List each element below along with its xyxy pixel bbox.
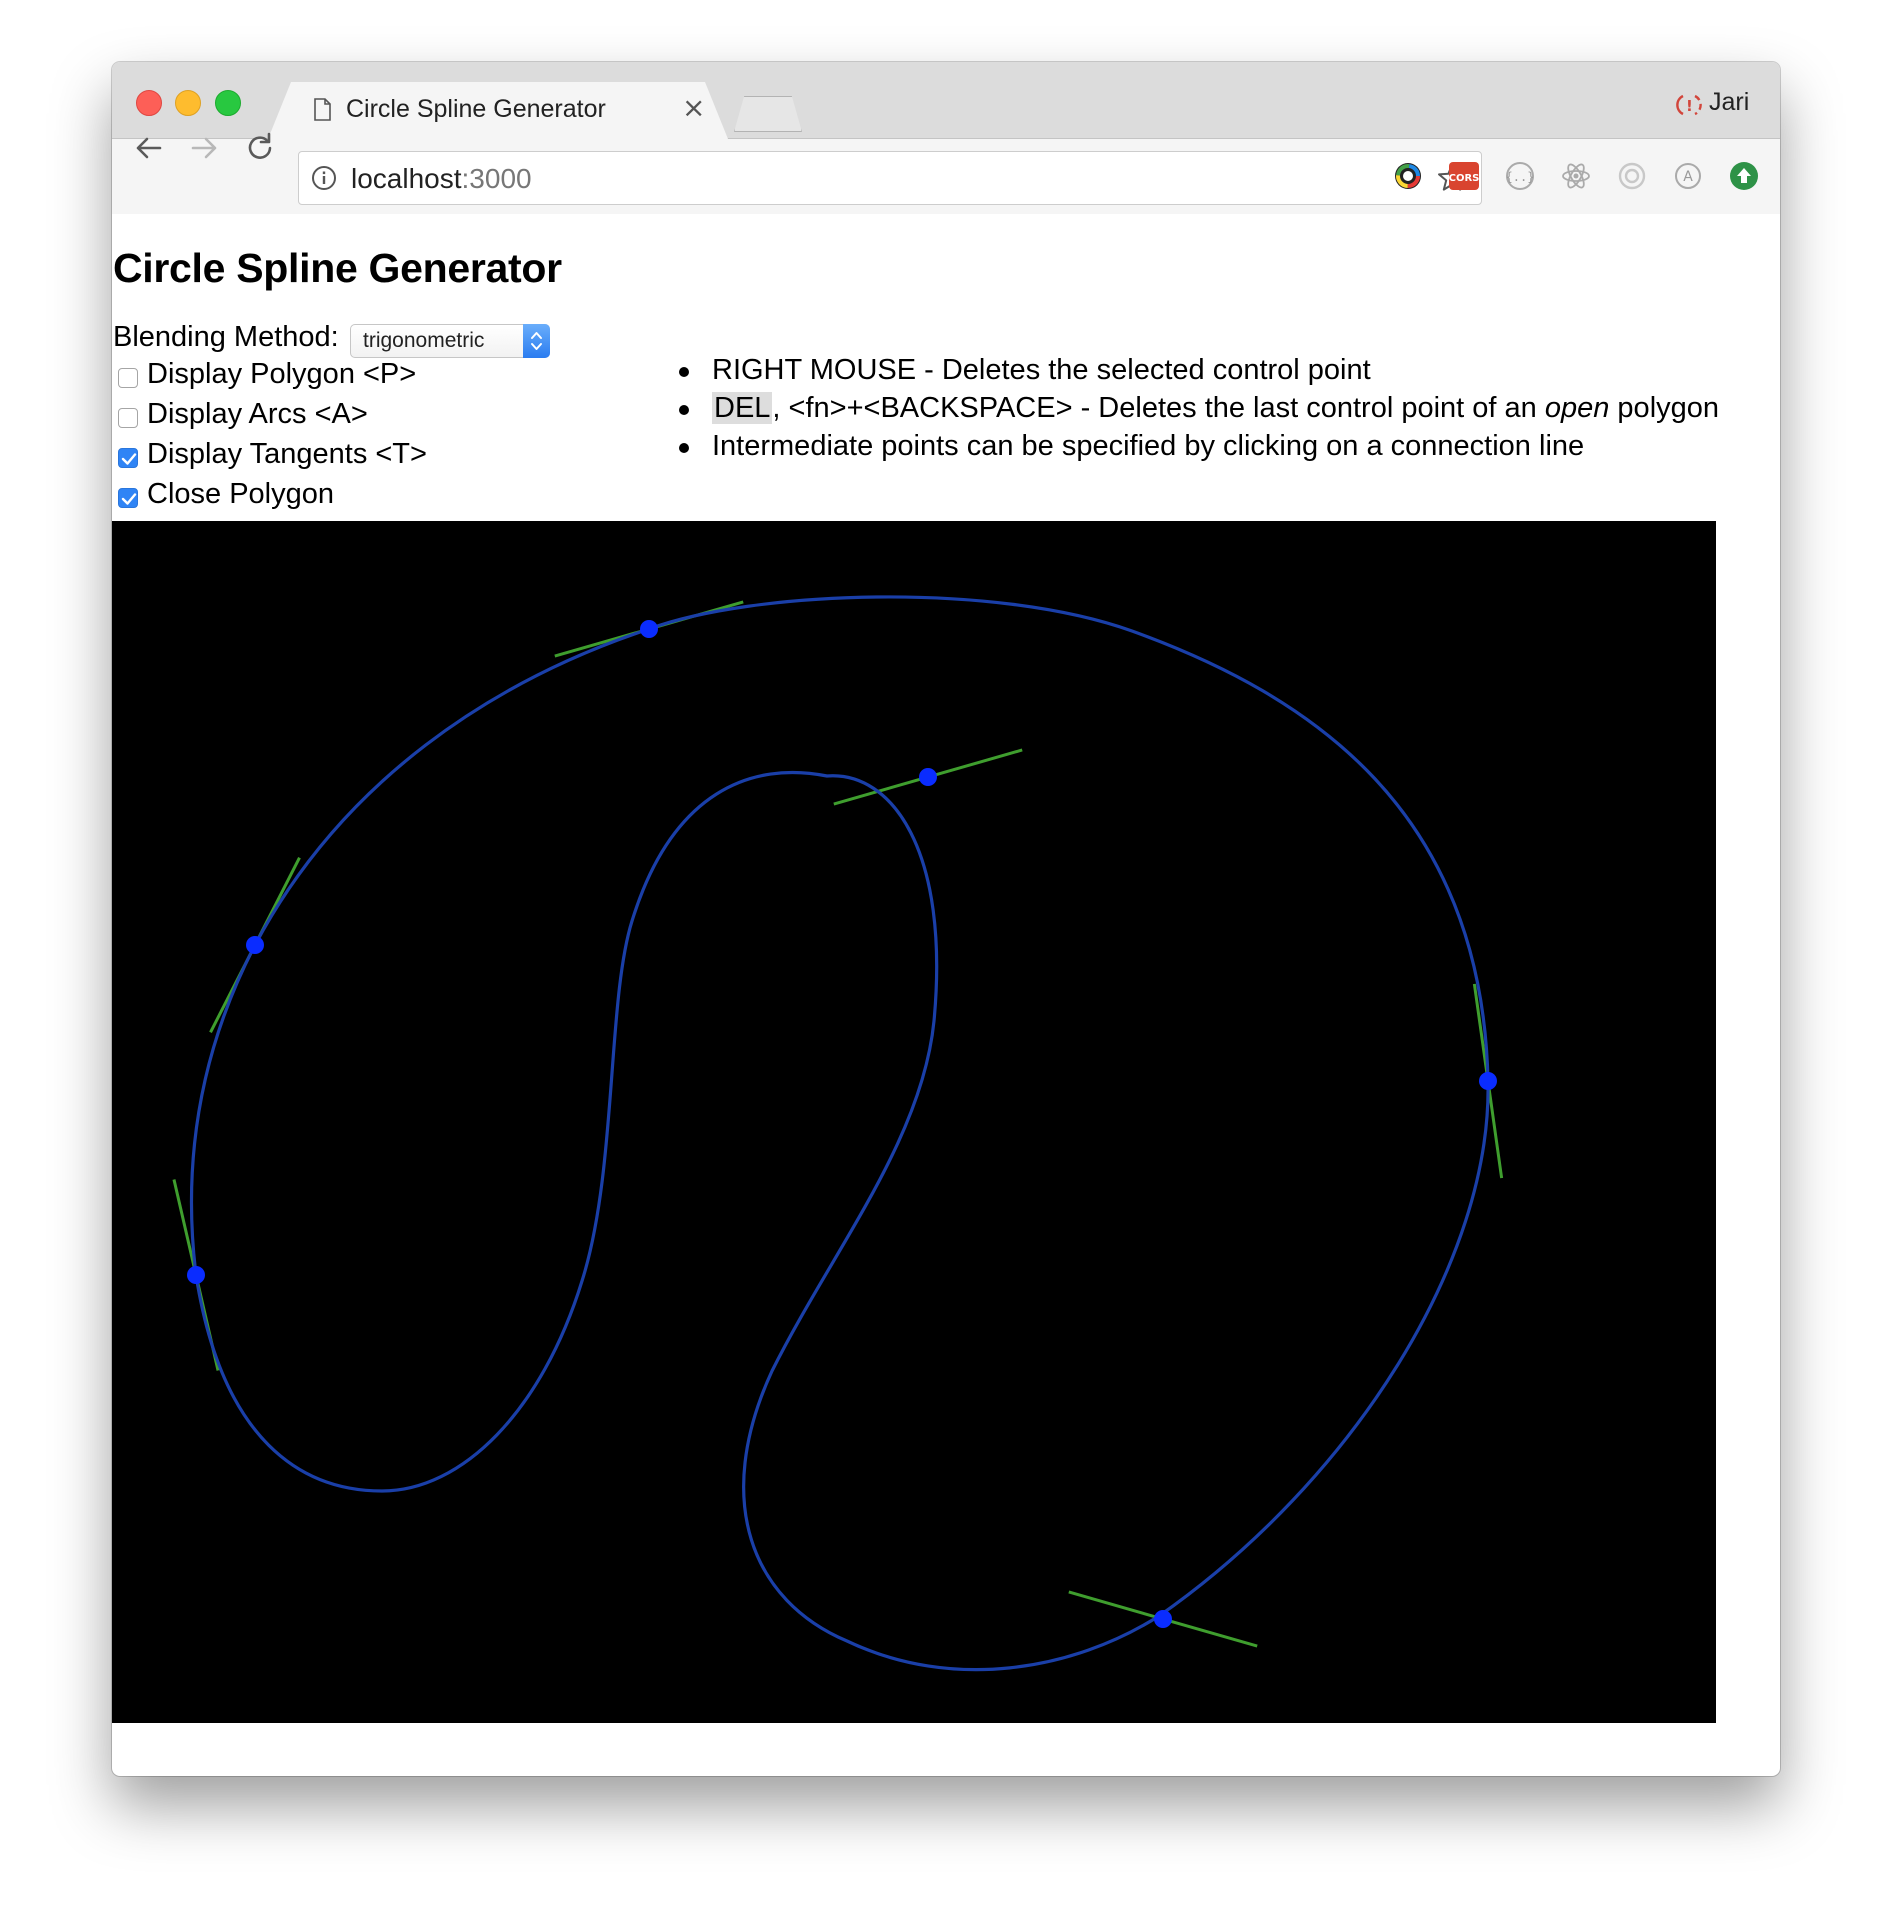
svg-text:CORS: CORS <box>1449 173 1480 184</box>
control-point[interactable] <box>1154 1610 1172 1628</box>
title-bar: Circle Spline Generator × ! Jari <box>112 62 1780 139</box>
close-window-button[interactable] <box>136 90 162 116</box>
svg-text:!: ! <box>1686 97 1693 115</box>
list-item: DEL, <fn>+<BACKSPACE> - Deletes the last… <box>679 392 1719 430</box>
checkmark-icon <box>121 493 137 505</box>
spline-canvas[interactable] <box>112 521 1716 1723</box>
display-arcs-label: Display Arcs <A> <box>147 398 368 430</box>
info-icon[interactable] <box>311 165 337 191</box>
blending-method-select[interactable]: trigonometric <box>350 324 550 358</box>
del-key: DEL <box>712 392 773 424</box>
display-polygon-checkbox[interactable] <box>118 368 138 388</box>
list-item: RIGHT MOUSE - Deletes the selected contr… <box>679 354 1719 392</box>
close-tab-icon[interactable]: × <box>682 94 705 122</box>
page-title: Circle Spline Generator <box>113 245 562 291</box>
cors-icon[interactable]: CORS <box>1448 160 1480 192</box>
display-tangents-label: Display Tangents <T> <box>147 438 427 470</box>
control-point[interactable] <box>246 936 264 954</box>
profile-button[interactable]: Jari <box>1709 88 1749 117</box>
display-tangents-checkbox[interactable] <box>118 448 138 468</box>
control-point[interactable] <box>640 620 658 638</box>
control-point[interactable] <box>919 768 937 786</box>
color-picker-icon[interactable] <box>1392 160 1424 192</box>
back-icon[interactable] <box>132 131 166 165</box>
new-tab-button[interactable] <box>734 96 802 132</box>
minimize-window-button[interactable] <box>175 90 201 116</box>
zoom-window-button[interactable] <box>215 90 241 116</box>
svg-text:{..}: {..} <box>1506 170 1535 184</box>
sync-error-icon: ! <box>1676 94 1702 116</box>
spline-drawing[interactable] <box>112 521 1716 1723</box>
address-bar[interactable]: localhost:3000 <box>298 151 1482 205</box>
display-arcs-checkbox[interactable] <box>118 408 138 428</box>
control-point[interactable] <box>187 1266 205 1284</box>
url-text: localhost:3000 <box>351 163 532 194</box>
react-devtools-icon[interactable] <box>1560 160 1592 192</box>
display-polygon-label: Display Polygon <P> <box>147 358 417 390</box>
svg-text:A: A <box>1683 169 1693 185</box>
control-point[interactable] <box>1479 1072 1497 1090</box>
json-viewer-icon[interactable]: {..} <box>1504 160 1536 192</box>
list-item: Intermediate points can be specified by … <box>679 430 1719 468</box>
forward-icon[interactable] <box>187 131 221 165</box>
close-polygon-checkbox[interactable] <box>118 488 138 508</box>
document-icon <box>314 98 331 121</box>
tab-circle-spline-generator[interactable]: Circle Spline Generator × <box>268 82 728 139</box>
upload-icon[interactable] <box>1728 160 1760 192</box>
tab-title: Circle Spline Generator <box>346 95 606 123</box>
blending-method-label: Blending Method: <box>113 321 339 353</box>
help-list: RIGHT MOUSE - Deletes the selected contr… <box>679 354 1719 468</box>
canvas-background <box>112 521 1716 1723</box>
checkmark-icon <box>121 453 137 465</box>
select-arrows-icon <box>523 324 550 358</box>
page-content: Circle Spline Generator Blending Method:… <box>112 214 1780 1723</box>
reload-icon[interactable] <box>243 131 277 165</box>
redux-devtools-icon[interactable] <box>1616 160 1648 192</box>
browser-window: Circle Spline Generator × ! Jari localho… <box>112 62 1780 1776</box>
close-polygon-label: Close Polygon <box>147 478 334 510</box>
adblock-icon[interactable]: A <box>1672 160 1704 192</box>
blending-method-value: trigonometric <box>363 329 485 352</box>
